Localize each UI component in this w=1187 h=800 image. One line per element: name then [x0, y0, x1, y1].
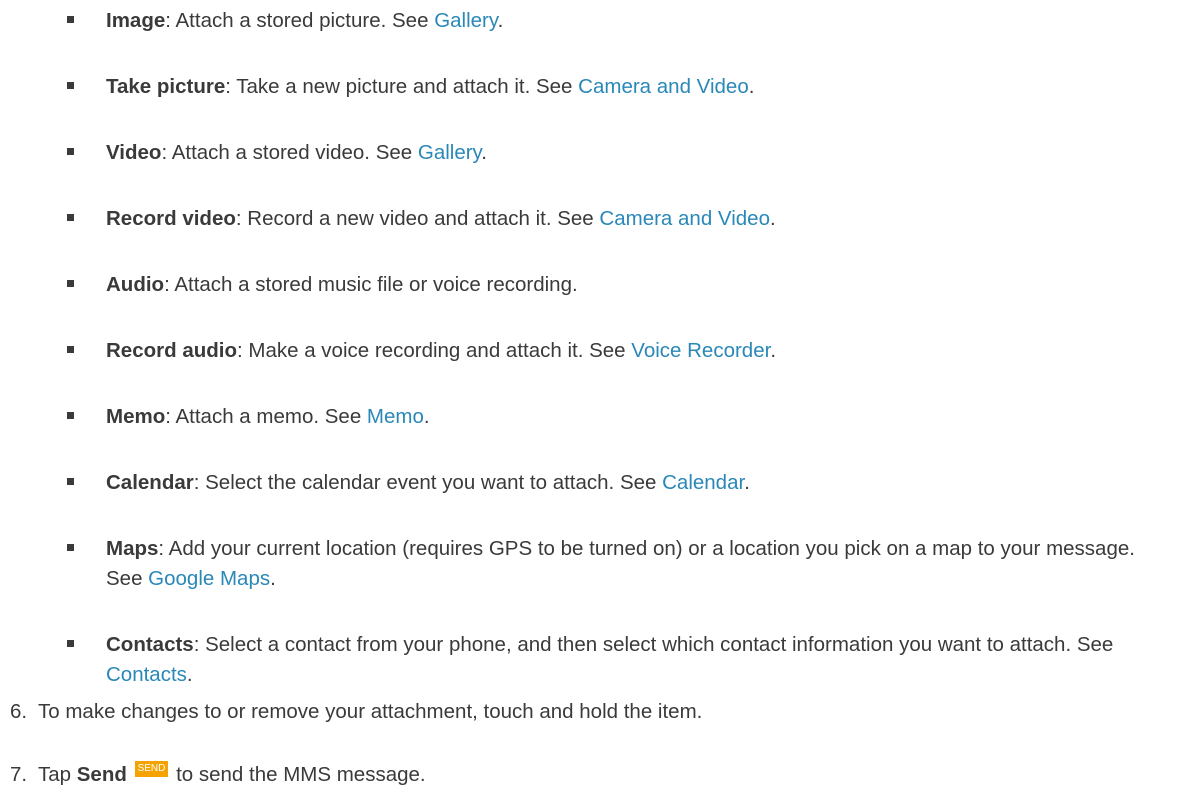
calendar-link[interactable]: Calendar — [662, 471, 744, 494]
list-item-take-picture: Take picture: Take a new picture and att… — [67, 72, 1177, 102]
list-item-video: Video: Attach a stored video. See Galler… — [67, 138, 1177, 168]
bullet-marker — [67, 640, 74, 647]
item-term: Contacts — [106, 633, 194, 656]
item-description: : Make a voice recording and attach it. … — [237, 339, 632, 362]
bullet-marker — [67, 214, 74, 221]
list-item-image: Image: Attach a stored picture. See Gall… — [67, 6, 1177, 36]
gallery-link[interactable]: Gallery — [434, 9, 497, 32]
item-term: Record audio — [106, 339, 237, 362]
step-text: To make changes to or remove your attach… — [38, 700, 703, 723]
item-description: : Attach a stored picture. See — [165, 9, 435, 32]
bullet-marker — [67, 82, 74, 89]
item-term: Calendar — [106, 471, 194, 494]
item-description: : Take a new picture and attach it. See — [225, 75, 579, 98]
list-item-maps: Maps: Add your current location (require… — [67, 534, 1177, 594]
item-description: : Select a contact from your phone, and … — [193, 633, 1114, 656]
list-item-audio: Audio: Attach a stored music file or voi… — [67, 270, 1177, 300]
item-term: Take picture — [106, 75, 226, 98]
item-term: Video — [106, 141, 162, 164]
send-button-icon: SEND — [134, 761, 169, 777]
item-term: Audio — [106, 273, 165, 296]
item-term: Image — [106, 9, 166, 32]
item-term: Maps — [106, 537, 159, 560]
step-number: 6. — [10, 700, 28, 723]
bullet-marker — [67, 478, 74, 485]
item-description: : Attach a stored music file or voice re… — [164, 273, 578, 296]
item-description: : Attach a memo. See — [165, 405, 367, 428]
bullet-marker — [67, 346, 74, 353]
step-7: 7. Tap Send SEND to send the MMS message. — [10, 760, 1160, 790]
contacts-link[interactable]: Contacts — [106, 663, 187, 686]
list-item-record-audio: Record audio: Make a voice recording and… — [67, 336, 1177, 366]
step-number: 7. — [10, 763, 28, 786]
bullet-marker — [67, 280, 74, 287]
bullet-marker — [67, 544, 74, 551]
gallery-link[interactable]: Gallery — [418, 141, 481, 164]
item-term: Memo — [106, 405, 166, 428]
bullet-marker — [67, 412, 74, 419]
camera-and-video-link[interactable]: Camera and Video — [578, 75, 749, 98]
document-page: Image: Attach a stored picture. See Gall… — [0, 0, 1187, 800]
send-label: Send — [76, 763, 127, 786]
item-term: Record video — [106, 207, 236, 230]
list-item-record-video: Record video: Record a new video and att… — [67, 204, 1177, 234]
item-description: : Attach a stored video. See — [161, 141, 418, 164]
list-item-calendar: Calendar: Select the calendar event you … — [67, 468, 1177, 498]
voice-recorder-link[interactable]: Voice Recorder — [631, 339, 770, 362]
item-description: : Select the calendar event you want to … — [193, 471, 663, 494]
bullet-marker — [67, 148, 74, 155]
bullet-marker — [67, 16, 74, 23]
memo-link[interactable]: Memo — [367, 405, 424, 428]
item-description: : Record a new video and attach it. See — [235, 207, 600, 230]
google-maps-link[interactable]: Google Maps — [148, 567, 270, 590]
step-6: 6. To make changes to or remove your atta… — [10, 697, 1160, 727]
list-item-memo: Memo: Attach a memo. See Memo. — [67, 402, 1177, 432]
camera-and-video-link[interactable]: Camera and Video — [599, 207, 770, 230]
list-item-contacts: Contacts: Select a contact from your pho… — [67, 630, 1177, 690]
